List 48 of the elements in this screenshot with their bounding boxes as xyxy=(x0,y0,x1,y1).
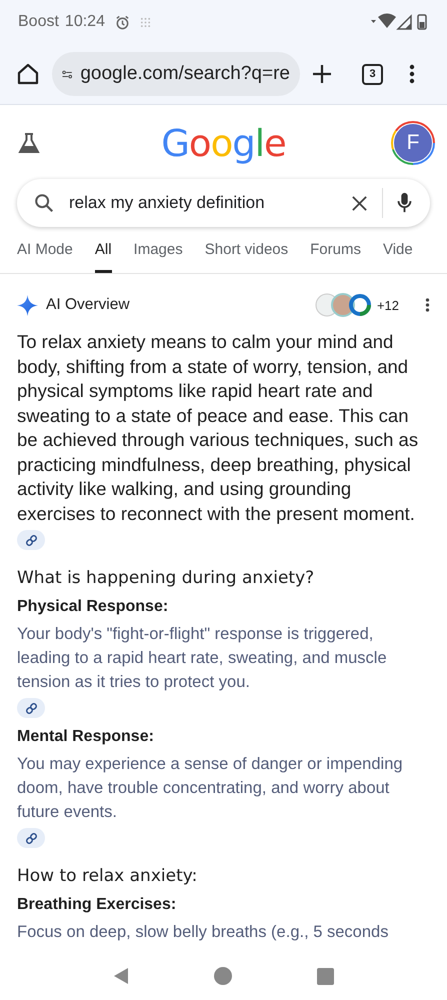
body-text: You may experience a sense of danger or impending doom, have trouble concentrating, and worry about future events. xyxy=(17,755,403,821)
menu-icon[interactable] xyxy=(409,64,415,84)
tab-count-button[interactable]: 3 xyxy=(362,64,383,84)
recents-icon[interactable] xyxy=(317,968,334,984)
subheading: Mental Response: xyxy=(17,728,155,746)
carrier-name: Boost xyxy=(18,13,59,31)
citation-link-button[interactable] xyxy=(17,698,45,718)
search-icon[interactable] xyxy=(33,192,55,214)
section-heading: How to relax anxiety: xyxy=(17,866,198,886)
citation-link-button[interactable] xyxy=(17,530,45,550)
search-query: relax my anxiety definition xyxy=(69,193,266,213)
back-icon[interactable] xyxy=(112,967,129,985)
flask-icon[interactable] xyxy=(18,132,40,154)
address-bar[interactable]: google.com/search?q=re xyxy=(52,52,300,96)
search-tab[interactable]: AI Mode xyxy=(17,239,73,273)
alarm-icon xyxy=(114,14,130,30)
google-logo[interactable]: Google xyxy=(161,122,286,164)
profile-avatar[interactable]: F xyxy=(393,123,433,163)
search-tab[interactable]: Images xyxy=(134,239,183,273)
signal-status-icons xyxy=(371,13,429,31)
sparkle-icon xyxy=(17,294,38,316)
section-title: AI Overview xyxy=(46,296,130,314)
clear-icon[interactable] xyxy=(351,194,368,212)
search-tab[interactable]: All xyxy=(94,239,112,273)
search-tab[interactable]: Short videos xyxy=(204,239,288,273)
subheading: Breathing Exercises: xyxy=(17,896,178,914)
source-logos[interactable] xyxy=(314,293,373,317)
url-text: google.com/search?q=re xyxy=(80,63,290,85)
summary-paragraph: To relax anxiety means to calm your mind and body, shifting from a state of worry, tension, and physical symptoms like rapid heart rate and sweating to a state of peace and ease. This can be achieved through various techniques, such as practicing mindfulness, deep breathing, physical activity like walking, and using grounding exercises to reconnect with the present moment. xyxy=(17,331,418,524)
home-button-icon[interactable] xyxy=(214,967,232,985)
link-icon xyxy=(24,702,38,714)
body-text: Focus on deep, slow belly breaths (e.g., 5 seconds xyxy=(17,923,388,941)
new-tab-icon[interactable] xyxy=(312,64,332,84)
search-field[interactable]: relax my anxiety definition xyxy=(17,179,430,227)
more-options-icon[interactable] xyxy=(425,297,430,313)
link-icon xyxy=(24,534,38,546)
home-icon[interactable] xyxy=(16,62,40,86)
search-tab[interactable]: Vide xyxy=(382,239,413,273)
citation-link-button[interactable] xyxy=(17,828,45,848)
link-icon xyxy=(24,832,38,844)
body-text: Your body's "fight-or-flight" response is triggered, leading to a rapid heart rate, sweating, and muscle tension as it tries to protect you. xyxy=(17,625,387,691)
source-count[interactable]: +12 xyxy=(376,298,399,312)
section-heading: What is happening during anxiety? xyxy=(17,568,316,588)
search-tab[interactable]: Forums xyxy=(310,239,361,273)
grid-dots-icon xyxy=(140,16,151,28)
microphone-icon[interactable] xyxy=(397,192,412,214)
subheading: Physical Response: xyxy=(17,598,170,616)
clock-time: 10:24 xyxy=(64,13,105,31)
